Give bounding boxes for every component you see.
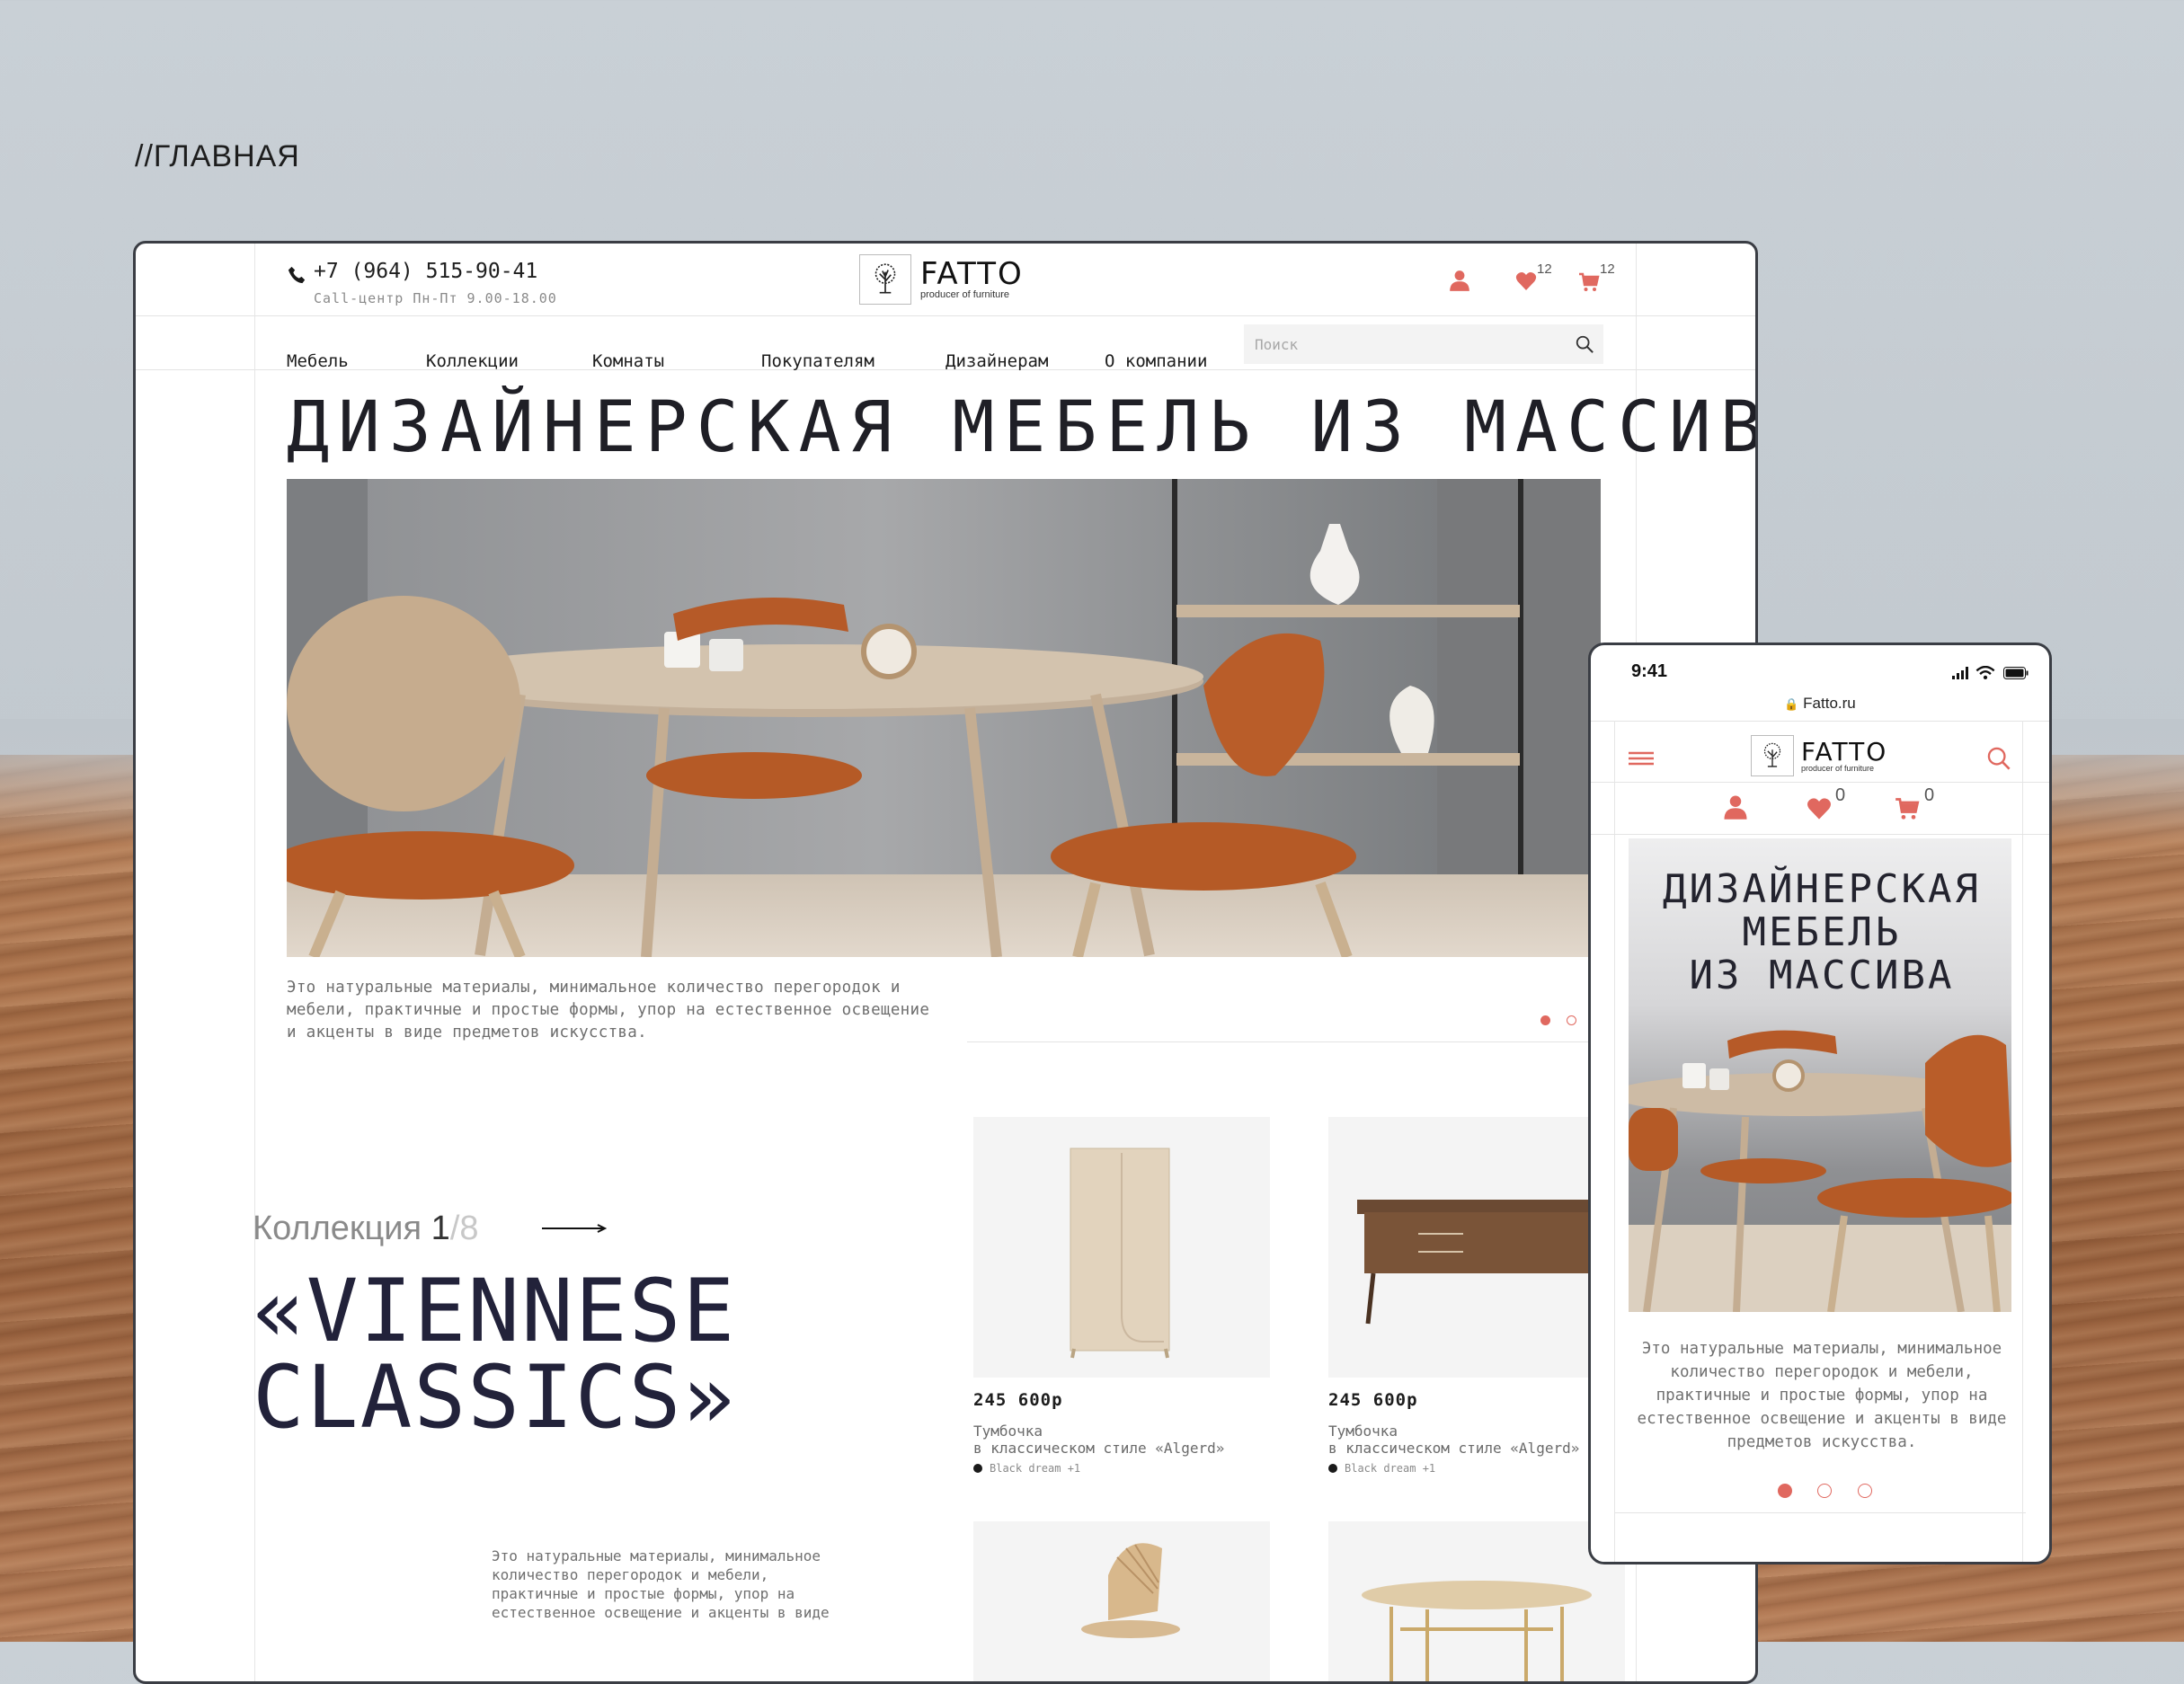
address-url: Fatto.ru <box>1803 695 1856 712</box>
color-swatch[interactable] <box>1328 1464 1337 1473</box>
search-icon[interactable] <box>1986 746 2011 771</box>
address-bar[interactable]: 🔒 Fatto.ru <box>1591 695 2049 713</box>
user-icon[interactable] <box>1722 793 1749 820</box>
product-color-label: Black dream +1 <box>990 1462 1081 1475</box>
hero-title: ДИЗАЙНЕРСКАЯ МЕБЕЛЬ ИЗ МАССИВА <box>287 387 1758 468</box>
logo-name: FATTO <box>920 256 1024 292</box>
hero-image[interactable] <box>287 479 1601 957</box>
cart-icon[interactable] <box>1578 271 1600 293</box>
favorites-count: 0 <box>1835 785 1846 805</box>
arrow-right-icon[interactable] <box>542 1223 607 1234</box>
product-price: 245 600р <box>973 1390 1063 1410</box>
collection-description: Это натуральные материалы, минимальное к… <box>492 1547 830 1621</box>
product-color-label: Black dream +1 <box>1345 1462 1436 1475</box>
mobile-hero-title-line2: МЕБЕЛЬ <box>1742 909 1902 955</box>
product-image-desk[interactable] <box>1328 1117 1625 1378</box>
mobile-logo[interactable]: FATTO producer of furniture <box>1751 735 1887 776</box>
favorites-count: 12 <box>1537 261 1552 277</box>
color-swatch[interactable] <box>973 1464 982 1473</box>
product-name: Тумбочка в классическом стиле «Algerd» <box>1328 1423 1625 1457</box>
nav-item-customers[interactable]: Покупателям <box>761 351 874 371</box>
mobile-hero-title-line3: ИЗ МАССИВА <box>1689 953 1955 998</box>
signal-icon <box>1952 667 1968 679</box>
cart-icon[interactable] <box>1895 796 1920 821</box>
wifi-icon <box>1975 666 1995 679</box>
mobile-header-divider <box>1591 782 2049 783</box>
grid-line <box>254 244 255 1681</box>
phone-number[interactable]: +7 (964) 515-90-41 <box>314 260 537 283</box>
mobile-hero-title: ДИЗАЙНЕРСКАЯ МЕБЕЛЬ ИЗ МАССИВА <box>1630 868 2013 997</box>
collection-title-line2: CLASSICS» <box>253 1347 737 1448</box>
product-image-wardrobe[interactable] <box>973 1117 1270 1378</box>
heart-icon[interactable] <box>1515 270 1537 292</box>
phone-icon <box>288 266 306 284</box>
product-image-chair[interactable] <box>973 1521 1270 1681</box>
logo-tree-icon <box>1751 735 1794 776</box>
mobile-slider-dot[interactable] <box>1817 1484 1832 1498</box>
product-name: Тумбочка в классическом стиле «Algerd» <box>973 1423 1270 1457</box>
logo-tagline: producer of furniture <box>920 289 1010 300</box>
cart-count: 0 <box>1924 785 1935 805</box>
mobile-header-top-line <box>1591 721 2049 722</box>
nav-item-collections[interactable]: Коллекции <box>426 351 519 371</box>
header-divider <box>136 315 1755 316</box>
search-input[interactable] <box>1253 332 1553 356</box>
mobile-bottom-divider <box>1614 1512 2026 1513</box>
lock-icon: 🔒 <box>1784 697 1799 711</box>
nav-item-rooms[interactable]: Комнаты <box>592 351 664 371</box>
section-label: //ГЛАВНАЯ <box>135 139 300 173</box>
product-color: Black dream +1 <box>1328 1462 1625 1475</box>
logo[interactable]: FATTO producer of furniture <box>859 254 1024 305</box>
collection-title-line1: «VIENNESE <box>253 1261 737 1361</box>
user-icon[interactable] <box>1448 269 1471 292</box>
collection-label-text: Коллекция <box>253 1210 422 1247</box>
collection-label: Коллекция 1/8 <box>253 1210 479 1248</box>
mobile-hero-title-line1: ДИЗАЙНЕРСКАЯ <box>1663 866 1981 912</box>
hero-description: Это натуральные материалы, минимальное к… <box>287 979 930 1041</box>
product-card[interactable]: 245 600р Тумбочка в классическом стиле «… <box>1328 1117 1625 1475</box>
collection-total: /8 <box>449 1210 479 1247</box>
nav-item-about[interactable]: О компании <box>1105 351 1207 371</box>
desktop-mockup: +7 (964) 515-90-41 Call-центр Пн-Пт 9.00… <box>133 241 1758 1684</box>
mobile-grid-line <box>2022 721 2023 1562</box>
nav-item-designers[interactable]: Дизайнерам <box>946 351 1048 371</box>
mobile-slider-dot-active[interactable] <box>1778 1484 1792 1498</box>
product-name-line1: Тумбочка <box>1328 1423 1398 1440</box>
menu-icon[interactable] <box>1629 749 1654 767</box>
nav-item-furniture[interactable]: Мебель <box>287 351 349 371</box>
product-card[interactable]: 245 600р Тумбочка в классическом стиле «… <box>973 1117 1270 1475</box>
battery-icon <box>2003 667 2029 679</box>
call-center-hours: Call-центр Пн-Пт 9.00-18.00 <box>314 290 557 306</box>
slider-dot[interactable] <box>1567 1015 1576 1025</box>
product-name-line1: Тумбочка <box>973 1423 1043 1440</box>
heart-icon[interactable] <box>1807 796 1832 821</box>
status-bar-time: 9:41 <box>1631 661 1668 681</box>
logo-tree-icon <box>859 254 911 305</box>
product-color: Black dream +1 <box>973 1462 1270 1475</box>
cart-count: 12 <box>1600 261 1615 277</box>
product-name-line2: в классическом стиле «Algerd» <box>1328 1440 1580 1457</box>
product-name-line2: в классическом стиле «Algerd» <box>973 1440 1225 1457</box>
logo-name: FATTO <box>1801 736 1888 767</box>
mobile-hero-description: Это натуральные материалы, минимальное к… <box>1637 1340 2007 1451</box>
mobile-icons-divider <box>1591 834 2049 835</box>
product-image-table[interactable] <box>1328 1521 1625 1681</box>
mobile-mockup: 9:41 🔒 Fatto.ru FATTO producer of furnit… <box>1588 643 2052 1564</box>
search-box <box>1244 324 1603 364</box>
slider-dot-active[interactable] <box>1540 1015 1550 1025</box>
product-price: 245 600р <box>1328 1390 1418 1410</box>
mobile-slider-dot[interactable] <box>1858 1484 1872 1498</box>
collection-title: «VIENNESE CLASSICS» <box>253 1268 736 1440</box>
mobile-grid-line <box>1614 721 1615 1562</box>
collection-current: 1 <box>431 1210 450 1247</box>
search-icon[interactable] <box>1575 334 1594 354</box>
